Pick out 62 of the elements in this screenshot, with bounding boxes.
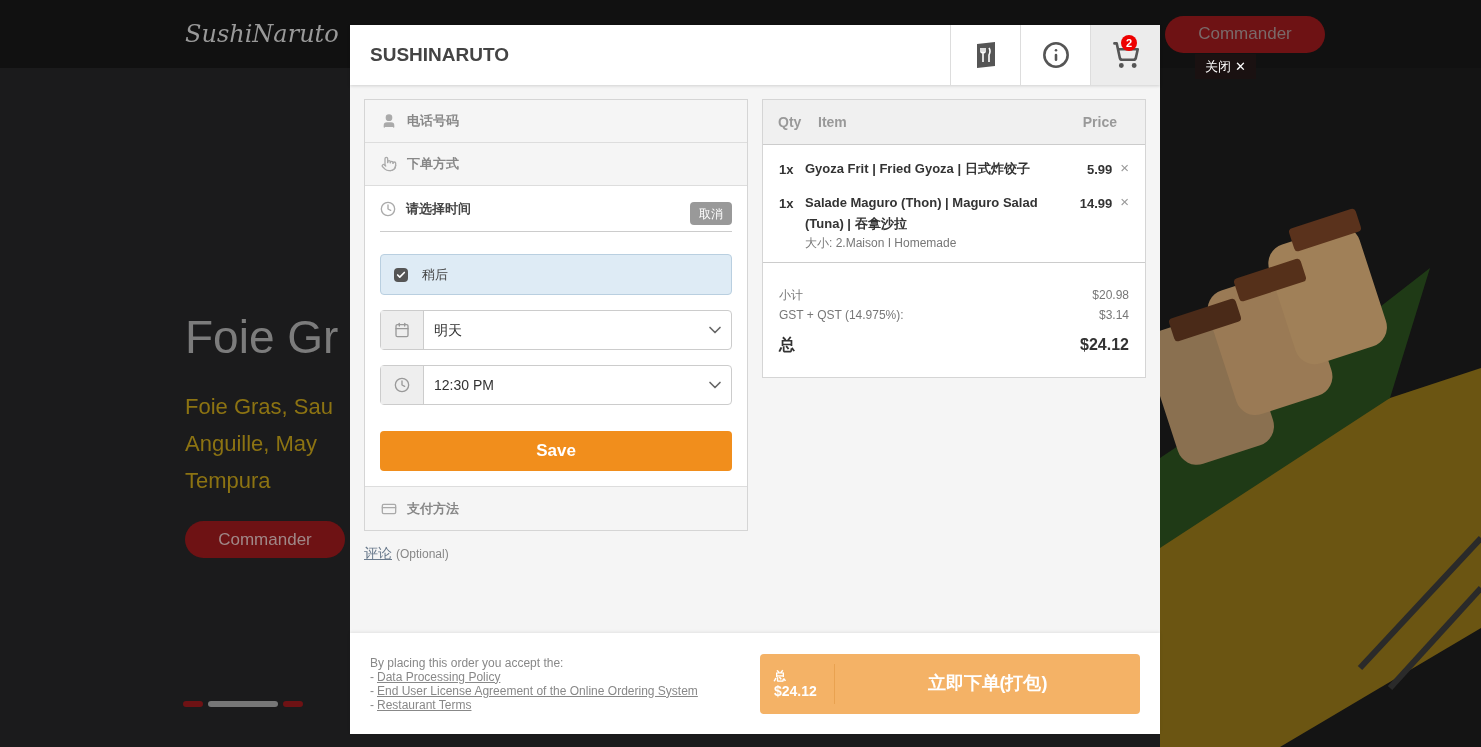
item-price: 5.99 (1086, 161, 1113, 179)
remove-button[interactable]: × (1120, 193, 1129, 209)
close-button[interactable]: 关闭 ✕ (1195, 54, 1256, 79)
pointer-icon (381, 156, 397, 172)
list-marker: - (370, 669, 374, 684)
total-value: $20.98 (1092, 286, 1129, 304)
list-marker: - (370, 697, 374, 712)
remove-button[interactable]: × (1120, 160, 1129, 175)
info-tab[interactable] (1020, 25, 1090, 85)
order-button[interactable]: Commander (185, 521, 345, 558)
dialog-title: SUSHINARUTO (369, 42, 509, 67)
date-select[interactable]: 明天 (380, 310, 732, 350)
cancel-button[interactable]: 取消 (690, 202, 732, 225)
place-order-label: 立即下单(打包) (926, 672, 1049, 695)
checkout-section[interactable]: 电话号码 (365, 100, 747, 143)
order-button[interactable]: Commander (1165, 15, 1325, 53)
item-price: 14.99 (1079, 194, 1113, 213)
checkbox[interactable] (394, 267, 408, 282)
item-qty: 1x (779, 161, 795, 179)
save-button[interactable]: Save (380, 431, 732, 471)
cart-count-badge: 2 (1121, 35, 1137, 51)
cart-tab[interactable]: 2 (1090, 25, 1160, 85)
section-label: 电话号码 (407, 112, 459, 131)
column-header: Price (1082, 112, 1117, 132)
list-marker: - (370, 683, 374, 698)
cart-icon (1111, 41, 1140, 69)
item-name: Gyoza Frit | Fried Gyoza | 日式炸饺子 (805, 160, 1031, 178)
total-value: $24.12 (774, 682, 817, 699)
select-value: 明天 (433, 320, 462, 340)
item-qty: 1x (779, 194, 795, 213)
item-option: 大小: 2.Maison I Homemade (805, 233, 1040, 252)
hero-title: Foie Gr (185, 310, 340, 365)
total-label: 总 (779, 334, 795, 355)
section-label: 请选择时间 (406, 199, 471, 218)
menu-tab[interactable] (950, 25, 1020, 85)
total-label: 总 (774, 668, 786, 683)
column-header: Item (818, 112, 847, 132)
time-select[interactable]: 12:30 PM (380, 365, 732, 405)
comment-link[interactable]: 评论 (364, 543, 392, 564)
total-value: $3.14 (1098, 306, 1129, 324)
checkout-section[interactable]: 支付方法 (365, 487, 747, 530)
column-header: Qty (778, 112, 803, 132)
terms-link[interactable]: Data Processing Policy (377, 669, 501, 684)
item-name: Salade Maguro (Thon) | Maguro Salad (Tuna) | 吞拿沙拉 (805, 193, 1039, 233)
section-label: 支付方法 (407, 499, 459, 518)
total-value: $24.12 (1080, 334, 1129, 355)
optional-hint: (Optional) (396, 546, 449, 563)
terms-link[interactable]: Restaurant Terms (377, 697, 472, 712)
user-icon (381, 113, 397, 129)
select-value: 12:30 PM (433, 375, 494, 395)
terms-link[interactable]: End User License Agreement of the Online Ordering System (377, 683, 698, 698)
clock-icon (380, 200, 396, 217)
total-label: 小计 (779, 286, 803, 304)
terms-intro: By placing this order you accept the: (370, 655, 565, 670)
info-icon (1041, 41, 1070, 69)
total-label: GST + QST (14.975%): (779, 306, 904, 324)
section-label: 下单方式 (407, 155, 459, 174)
hero-subtitle: Foie Gras, Sau Anguille, May Tempura (185, 393, 334, 495)
clock-icon (394, 377, 410, 393)
logo[interactable]: SushiNaruto (185, 16, 339, 52)
calendar-icon (394, 322, 410, 338)
later-option[interactable]: 稍后 (380, 254, 732, 295)
